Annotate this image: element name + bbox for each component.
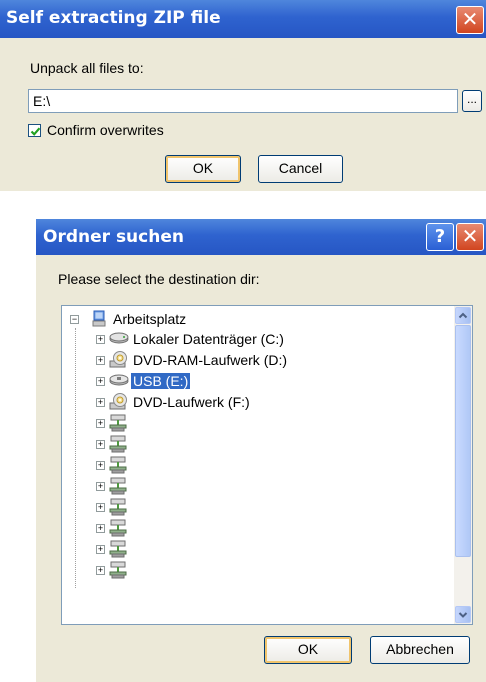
network-drive-icon xyxy=(109,414,127,435)
confirm-overwrites-label[interactable]: Confirm overwrites xyxy=(47,122,164,138)
tree-node-unnamed[interactable]: + xyxy=(96,435,436,453)
browse-folder-dialog: Ordner suchen ? ✕ Please select the dest… xyxy=(36,219,486,682)
browse-button[interactable]: ... xyxy=(462,90,482,112)
tree-node-drive[interactable]: + Lokaler Datenträger (C:) xyxy=(96,330,436,348)
usb-drive-icon xyxy=(109,372,129,391)
zip-dialog-close-button[interactable]: ✕ xyxy=(456,6,484,34)
network-drive-icon xyxy=(109,540,127,561)
dvd-drive-icon xyxy=(109,393,129,414)
zip-cancel-button[interactable]: Cancel xyxy=(258,155,343,183)
tree-vertical-scrollbar[interactable] xyxy=(454,306,472,624)
tree-node-drive[interactable]: + DVD-Laufwerk (F:) xyxy=(96,393,436,411)
expand-toggle[interactable]: + xyxy=(96,398,105,407)
expand-toggle[interactable]: + xyxy=(96,524,105,533)
folder-dialog-titlebar[interactable]: Ordner suchen ? ✕ xyxy=(36,219,486,255)
folder-dialog-title: Ordner suchen xyxy=(43,227,184,247)
expand-toggle[interactable]: + xyxy=(96,503,105,512)
folder-prompt: Please select the destination dir: xyxy=(58,271,260,287)
checkmark-icon xyxy=(30,127,41,136)
folder-cancel-button[interactable]: Abbrechen xyxy=(370,636,470,664)
chevron-up-icon xyxy=(458,312,468,319)
dvd-drive-icon xyxy=(109,351,129,372)
tree-node-unnamed[interactable]: + xyxy=(96,561,436,579)
destination-path-input[interactable] xyxy=(28,89,458,113)
hard-drive-icon xyxy=(109,330,129,349)
expand-toggle[interactable]: + xyxy=(96,419,105,428)
expand-toggle[interactable]: + xyxy=(96,461,105,470)
expand-toggle[interactable]: + xyxy=(96,545,105,554)
computer-icon xyxy=(90,310,108,331)
expand-toggle[interactable]: + xyxy=(96,356,105,365)
network-drive-icon xyxy=(109,519,127,540)
confirm-overwrites-checkbox[interactable] xyxy=(28,124,41,137)
tree-node-label: Arbeitsplatz xyxy=(113,311,187,327)
tree-node-label: DVD-Laufwerk (F:) xyxy=(133,394,250,410)
scroll-up-button[interactable] xyxy=(455,307,471,324)
tree-node-root[interactable]: − Arbeitsplatz xyxy=(70,310,370,328)
tree-node-label: USB (E:) xyxy=(131,373,191,389)
tree-node-label: Lokaler Datenträger (C:) xyxy=(133,331,284,347)
expand-toggle[interactable]: + xyxy=(96,482,105,491)
expand-toggle[interactable]: + xyxy=(96,377,105,386)
tree-node-unnamed[interactable]: + xyxy=(96,498,436,516)
collapse-toggle[interactable]: − xyxy=(70,315,79,324)
tree-node-drive[interactable]: + USB (E:) xyxy=(96,372,436,390)
close-icon: ✕ xyxy=(461,224,479,248)
zip-extract-dialog: Self extracting ZIP file ✕ Unpack all fi… xyxy=(0,0,486,191)
expand-toggle[interactable]: + xyxy=(96,440,105,449)
scroll-thumb[interactable] xyxy=(455,325,471,557)
help-icon: ? xyxy=(434,226,446,247)
folder-tree[interactable]: − Arbeitsplatz + Lokaler Datenträger (C:)… xyxy=(61,305,473,625)
folder-dialog-close-button[interactable]: ✕ xyxy=(456,223,484,251)
unpack-label: Unpack all files to: xyxy=(30,60,144,76)
expand-toggle[interactable]: + xyxy=(96,566,105,575)
help-button[interactable]: ? xyxy=(426,223,454,251)
tree-node-unnamed[interactable]: + xyxy=(96,519,436,537)
tree-node-unnamed[interactable]: + xyxy=(96,456,436,474)
network-drive-icon xyxy=(109,435,127,456)
zip-ok-button[interactable]: OK xyxy=(165,155,241,183)
folder-ok-button[interactable]: OK xyxy=(264,636,352,664)
scroll-down-button[interactable] xyxy=(455,606,471,623)
chevron-down-icon xyxy=(458,612,468,618)
tree-guide-line xyxy=(75,328,76,588)
zip-dialog-title: Self extracting ZIP file xyxy=(6,8,221,28)
expand-toggle[interactable]: + xyxy=(96,335,105,344)
tree-node-unnamed[interactable]: + xyxy=(96,414,436,432)
close-icon: ✕ xyxy=(461,7,479,31)
tree-node-label: DVD-RAM-Laufwerk (D:) xyxy=(133,352,288,368)
network-drive-icon xyxy=(109,498,127,519)
tree-node-unnamed[interactable]: + xyxy=(96,540,436,558)
network-drive-icon xyxy=(109,477,127,498)
tree-node-unnamed[interactable]: + xyxy=(96,477,436,495)
zip-dialog-titlebar[interactable]: Self extracting ZIP file ✕ xyxy=(0,0,486,38)
tree-node-drive[interactable]: + DVD-RAM-Laufwerk (D:) xyxy=(96,351,436,369)
network-drive-icon xyxy=(109,561,127,582)
network-drive-icon xyxy=(109,456,127,477)
